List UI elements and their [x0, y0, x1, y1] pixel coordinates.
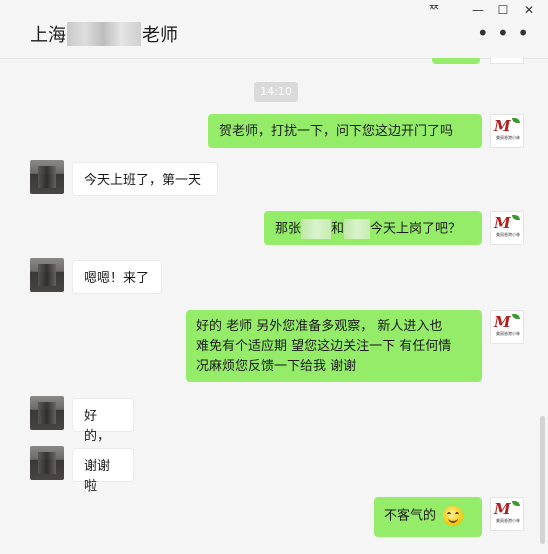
logo-leaf-icon — [512, 118, 520, 123]
message-bubble-incoming[interactable]: 嗯嗯！来了 — [72, 260, 162, 294]
message-bubble-outgoing[interactable]: 不客气的 — [374, 497, 482, 537]
self-avatar[interactable]: M 美丽香港小林 — [490, 310, 524, 344]
avatar-caption: 美丽香港小林 — [496, 518, 520, 523]
logo-leaf-icon — [512, 215, 520, 220]
maximize-icon[interactable]: ☐ — [493, 2, 513, 18]
avatar-redaction — [38, 264, 56, 286]
logo-leaf-icon — [512, 314, 520, 319]
logo-mark-icon: M — [494, 313, 511, 331]
close-icon[interactable]: ✕ — [519, 2, 539, 18]
message-line: 难免有个适应期 望您这边关注一下 有任何情 — [196, 339, 452, 354]
chat-title: 上海 老师 — [30, 21, 178, 47]
message-bubble-incoming[interactable]: 谢谢啦 — [72, 448, 134, 494]
previous-message-stub — [432, 58, 480, 64]
peer-avatar[interactable] — [30, 160, 64, 194]
logo-mark-icon: M — [494, 214, 511, 232]
message-bubble-outgoing[interactable]: 那张 和 今天上岗了吧？ — [264, 211, 482, 245]
message-bubble-incoming[interactable]: 今天上班了，第一天 — [72, 162, 218, 196]
name-redaction — [344, 219, 371, 239]
more-options-icon[interactable]: • • • — [477, 23, 530, 43]
logo-mark-icon: M — [494, 500, 511, 518]
message-bubble-outgoing[interactable]: 贺老师，打扰一下，问下您这边开门了吗 — [208, 114, 482, 148]
avatar-caption: 美丽香港小林 — [496, 331, 520, 336]
minimize-icon[interactable]: — — [468, 2, 488, 18]
message-line: 好的 老师 另外您准备多观察， 新人进入也 — [196, 319, 443, 334]
chat-scrollbar[interactable] — [540, 416, 545, 544]
chat-title-suffix: 老师 — [142, 25, 178, 46]
chat-window: 上海 老师 ᅑ — ☐ ✕ • • • 14:10 贺老师，打扰一下，问下您这边… — [0, 0, 548, 554]
peer-avatar[interactable] — [30, 396, 64, 430]
name-redaction — [67, 22, 141, 46]
logo-mark-icon: M — [494, 117, 511, 135]
logo-leaf-icon — [512, 501, 520, 506]
message-text: 今天上岗了吧？ — [370, 221, 462, 237]
message-text: 和 — [331, 221, 345, 237]
avatar-redaction — [38, 452, 56, 474]
peer-avatar[interactable] — [30, 258, 64, 292]
smile-emoji-icon — [443, 506, 464, 526]
name-redaction — [301, 219, 332, 239]
previous-avatar-stub — [490, 58, 524, 64]
self-avatar[interactable]: M 美丽香港小林 — [490, 114, 524, 148]
pin-icon[interactable]: ᅑ — [424, 2, 444, 18]
message-line: 况麻烦您反馈一下给我 谢谢 — [196, 359, 357, 374]
message-text: 不客气的 — [384, 508, 437, 524]
self-avatar[interactable]: M 美丽香港小林 — [490, 497, 524, 531]
chat-title-prefix: 上海 — [30, 25, 66, 46]
self-avatar[interactable]: M 美丽香港小林 — [490, 211, 524, 245]
peer-avatar[interactable] — [30, 446, 64, 480]
avatar-caption: 美丽香港小林 — [496, 232, 520, 237]
message-timestamp: 14:10 — [254, 82, 298, 102]
message-bubble-incoming[interactable]: 好的， — [72, 398, 134, 444]
message-bubble-outgoing[interactable]: 好的 老师 另外您准备多观察， 新人进入也 难免有个适应期 望您这边关注一下 有… — [186, 310, 482, 382]
message-text: 那张 — [275, 221, 302, 237]
avatar-caption: 美丽香港小林 — [496, 135, 520, 140]
chat-header: 上海 老师 ᅑ — ☐ ✕ • • • — [0, 0, 548, 59]
avatar-redaction — [38, 402, 56, 424]
avatar-redaction — [38, 166, 56, 188]
